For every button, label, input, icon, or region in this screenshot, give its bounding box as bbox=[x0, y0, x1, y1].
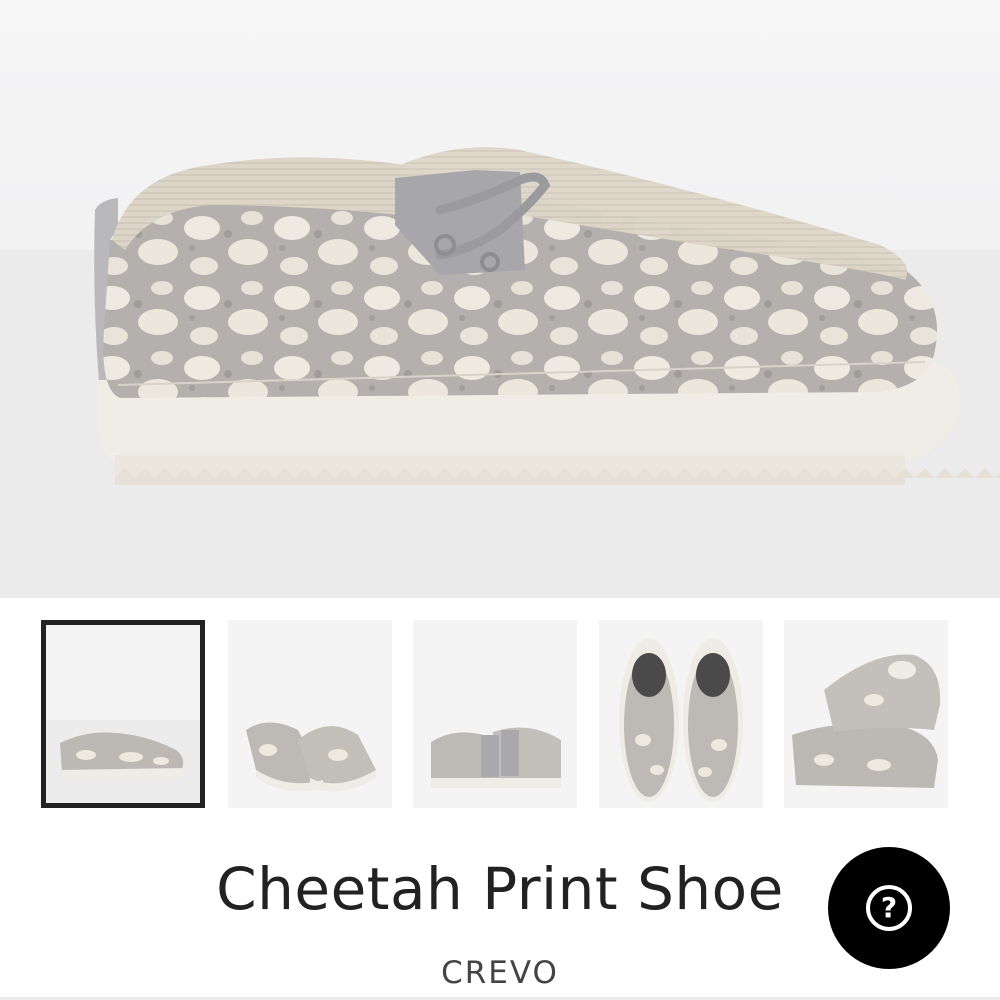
thumbnail-stacked-pair-image bbox=[784, 620, 948, 808]
thumbnail-1-selected[interactable] bbox=[41, 620, 205, 808]
thumbnail-pair-rear-image bbox=[413, 620, 577, 808]
thumbnail-pair-angle-image bbox=[228, 620, 392, 808]
thumbnail-4[interactable] bbox=[599, 620, 763, 808]
thumbnail-strip bbox=[0, 620, 1000, 812]
shoe-side-view-image bbox=[0, 0, 1000, 598]
thumbnail-5[interactable] bbox=[784, 620, 948, 808]
help-button[interactable]: ? bbox=[828, 847, 950, 969]
thumbnail-top-view-image bbox=[599, 620, 763, 808]
thumbnail-side-view-image bbox=[46, 625, 200, 803]
product-main-image[interactable] bbox=[0, 0, 1000, 598]
question-mark-icon: ? bbox=[866, 885, 912, 931]
thumbnail-2[interactable] bbox=[228, 620, 392, 808]
help-glyph: ? bbox=[880, 891, 898, 924]
thumbnail-3[interactable] bbox=[413, 620, 577, 808]
product-brand[interactable]: CREVO bbox=[0, 955, 1000, 991]
